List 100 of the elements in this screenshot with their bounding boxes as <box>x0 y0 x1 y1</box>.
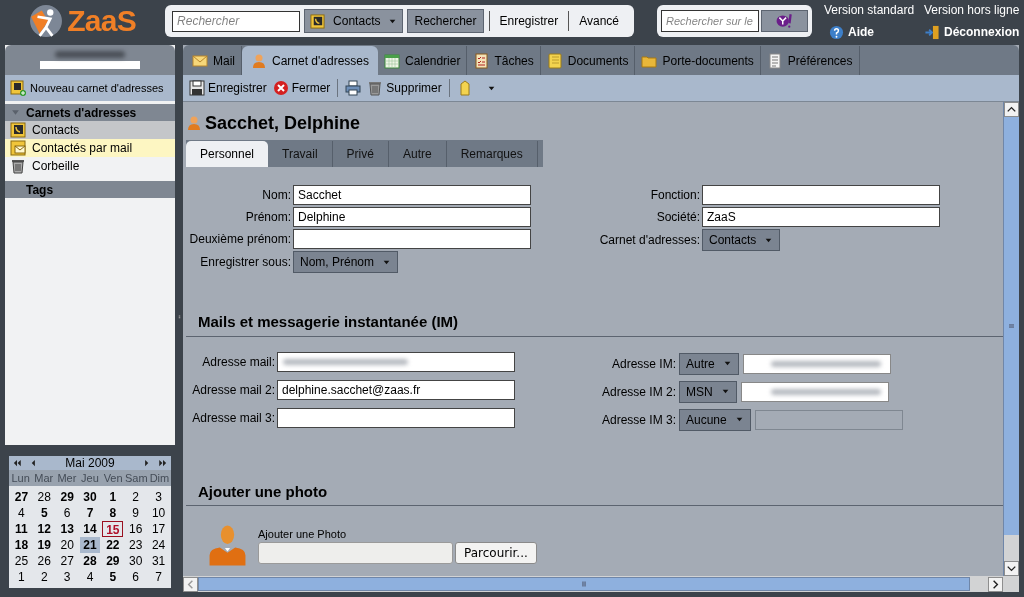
logout-link[interactable]: Déconnexion <box>924 23 1024 41</box>
calendar-day[interactable]: 28 <box>79 553 101 569</box>
calendar-day[interactable]: 27 <box>56 553 78 569</box>
calendar-day[interactable]: 17 <box>148 521 169 537</box>
calendar-day[interactable]: 1 <box>11 569 32 585</box>
calendar-day[interactable]: 5 <box>33 505 55 521</box>
app-tab[interactable]: Carnet d'adresses <box>242 46 379 75</box>
dropdown[interactable]: MSN <box>679 380 737 403</box>
calendar-day[interactable]: 30 <box>79 489 101 505</box>
save-button[interactable]: Enregistrer <box>189 77 267 99</box>
expand-triangle-icon[interactable] <box>11 108 20 117</box>
double-left-icon[interactable] <box>11 458 23 468</box>
section-header[interactable]: Tags <box>5 181 175 198</box>
text-link[interactable]: Enregistrer <box>494 9 564 33</box>
search-field[interactable]: Rechercher <box>172 10 301 32</box>
calendar-day[interactable]: 5 <box>102 569 124 585</box>
scroll-left-icon[interactable] <box>183 576 198 592</box>
calendar-day[interactable]: 4 <box>79 569 101 585</box>
weekday-label: Mer <box>56 471 78 486</box>
help-link[interactable]: Aide <box>824 23 924 41</box>
calendar-day[interactable]: 3 <box>56 569 78 585</box>
calendar-day[interactable]: 16 <box>125 521 147 537</box>
form-tab[interactable]: Remarques <box>446 141 538 167</box>
text-link[interactable]: Version standard <box>824 1 924 19</box>
section-title: Mails et messagerie instantanée (IM) <box>198 312 460 332</box>
address-book-item[interactable]: Corbeille <box>5 157 175 175</box>
calendar-day[interactable]: 27 <box>11 489 32 505</box>
calendar-day[interactable]: 29 <box>56 489 78 505</box>
calendar-day[interactable]: 19 <box>33 537 55 553</box>
file-path-field[interactable] <box>258 542 453 564</box>
vertical-scrollbar[interactable] <box>1003 102 1019 576</box>
calendar-day[interactable]: 3 <box>148 489 169 505</box>
print-button[interactable] <box>345 77 362 99</box>
calendar-day[interactable]: 6 <box>125 569 147 585</box>
input-field[interactable]: Sacchet <box>293 185 531 205</box>
calendar-day[interactable]: 10 <box>148 505 169 521</box>
form-tab[interactable]: Autre <box>388 141 447 167</box>
input-field[interactable]: Delphine <box>293 207 531 227</box>
scroll-up-icon[interactable] <box>1004 102 1019 117</box>
scroll-grip-icon[interactable] <box>579 579 589 589</box>
weekday-label: Dim <box>148 471 171 486</box>
horizontal-scrollbar[interactable] <box>183 576 1019 592</box>
calendar-day[interactable]: 7 <box>79 505 101 521</box>
form-tab[interactable]: Personnel <box>186 141 269 167</box>
scroll-right-icon[interactable] <box>988 576 1003 592</box>
scroll-down-icon[interactable] <box>1004 561 1019 576</box>
calendar-day[interactable]: 22 <box>102 537 124 553</box>
calendar-day[interactable]: 11 <box>11 521 32 537</box>
input-field[interactable]: ZaaS <box>702 207 940 227</box>
calendar-day[interactable]: 23 <box>125 537 147 553</box>
calendar-day[interactable]: 18 <box>11 537 32 553</box>
calendar-day[interactable]: 14 <box>79 521 101 537</box>
section-header[interactable]: Carnets d'adresses <box>5 104 175 121</box>
calendar-day[interactable]: 6 <box>56 505 78 521</box>
input-field[interactable]: delphine.sacchet@zaas.fr <box>277 379 515 400</box>
input-field[interactable] <box>277 407 515 428</box>
calendar-day[interactable]: 8 <box>102 505 124 521</box>
calendar-icon <box>384 52 401 69</box>
input-field[interactable] <box>702 185 940 205</box>
text-link[interactable]: Avancé <box>574 9 624 33</box>
calendar-day[interactable]: 21 <box>79 537 101 553</box>
calendar-day[interactable]: 15 <box>102 521 124 537</box>
calendar-day[interactable]: 24 <box>148 537 169 553</box>
double-right-icon[interactable] <box>157 458 169 468</box>
caret-icon <box>720 387 730 396</box>
dropdown[interactable]: Contacts <box>702 229 781 251</box>
calendar-day[interactable]: 20 <box>56 537 78 553</box>
close-button[interactable]: Fermer <box>272 77 331 99</box>
calendar-day[interactable]: 30 <box>125 553 147 569</box>
calendar-day[interactable]: 2 <box>125 489 147 505</box>
address-book-item[interactable]: Contactés par mail <box>5 139 175 157</box>
delete-button[interactable]: Supprimer <box>367 77 442 99</box>
new-address-book-button[interactable]: Nouveau carnet d'adresses <box>5 75 175 101</box>
dropdown[interactable]: Nom, Prénom <box>293 251 399 273</box>
web-search-field[interactable]: Rechercher sur le <box>661 10 759 32</box>
scope-dropdown[interactable]: Contacts <box>304 9 404 33</box>
form-tab[interactable]: Travail <box>268 141 333 167</box>
calendar-day[interactable]: 9 <box>125 505 147 521</box>
address-book-item[interactable]: Contacts <box>5 121 175 139</box>
calendar-day[interactable]: 13 <box>56 521 78 537</box>
mail-book-icon <box>10 140 26 156</box>
dropdown[interactable]: Autre <box>679 352 739 375</box>
calendar-day[interactable]: 25 <box>11 553 32 569</box>
text-link[interactable]: Version hors ligne <box>924 1 1024 19</box>
calendar-day[interactable]: 28 <box>33 489 55 505</box>
calendar-day[interactable]: 4 <box>11 505 32 521</box>
calendar-day[interactable]: 2 <box>33 569 55 585</box>
web-search-button[interactable] <box>761 10 808 32</box>
calendar-day[interactable]: 1 <box>102 489 124 505</box>
calendar-day[interactable]: 12 <box>33 521 55 537</box>
calendar-day[interactable]: 31 <box>148 553 169 569</box>
search-button[interactable]: Rechercher <box>407 9 484 33</box>
trash-icon <box>10 158 26 174</box>
form-tab[interactable]: Privé <box>332 141 389 167</box>
input-field[interactable] <box>293 229 531 249</box>
calendar-day[interactable]: 7 <box>148 569 169 585</box>
notebook-icon <box>546 52 563 69</box>
browse-button[interactable]: Parcourir... <box>455 542 537 564</box>
calendar-day[interactable]: 29 <box>102 553 124 569</box>
calendar-day[interactable]: 26 <box>33 553 55 569</box>
